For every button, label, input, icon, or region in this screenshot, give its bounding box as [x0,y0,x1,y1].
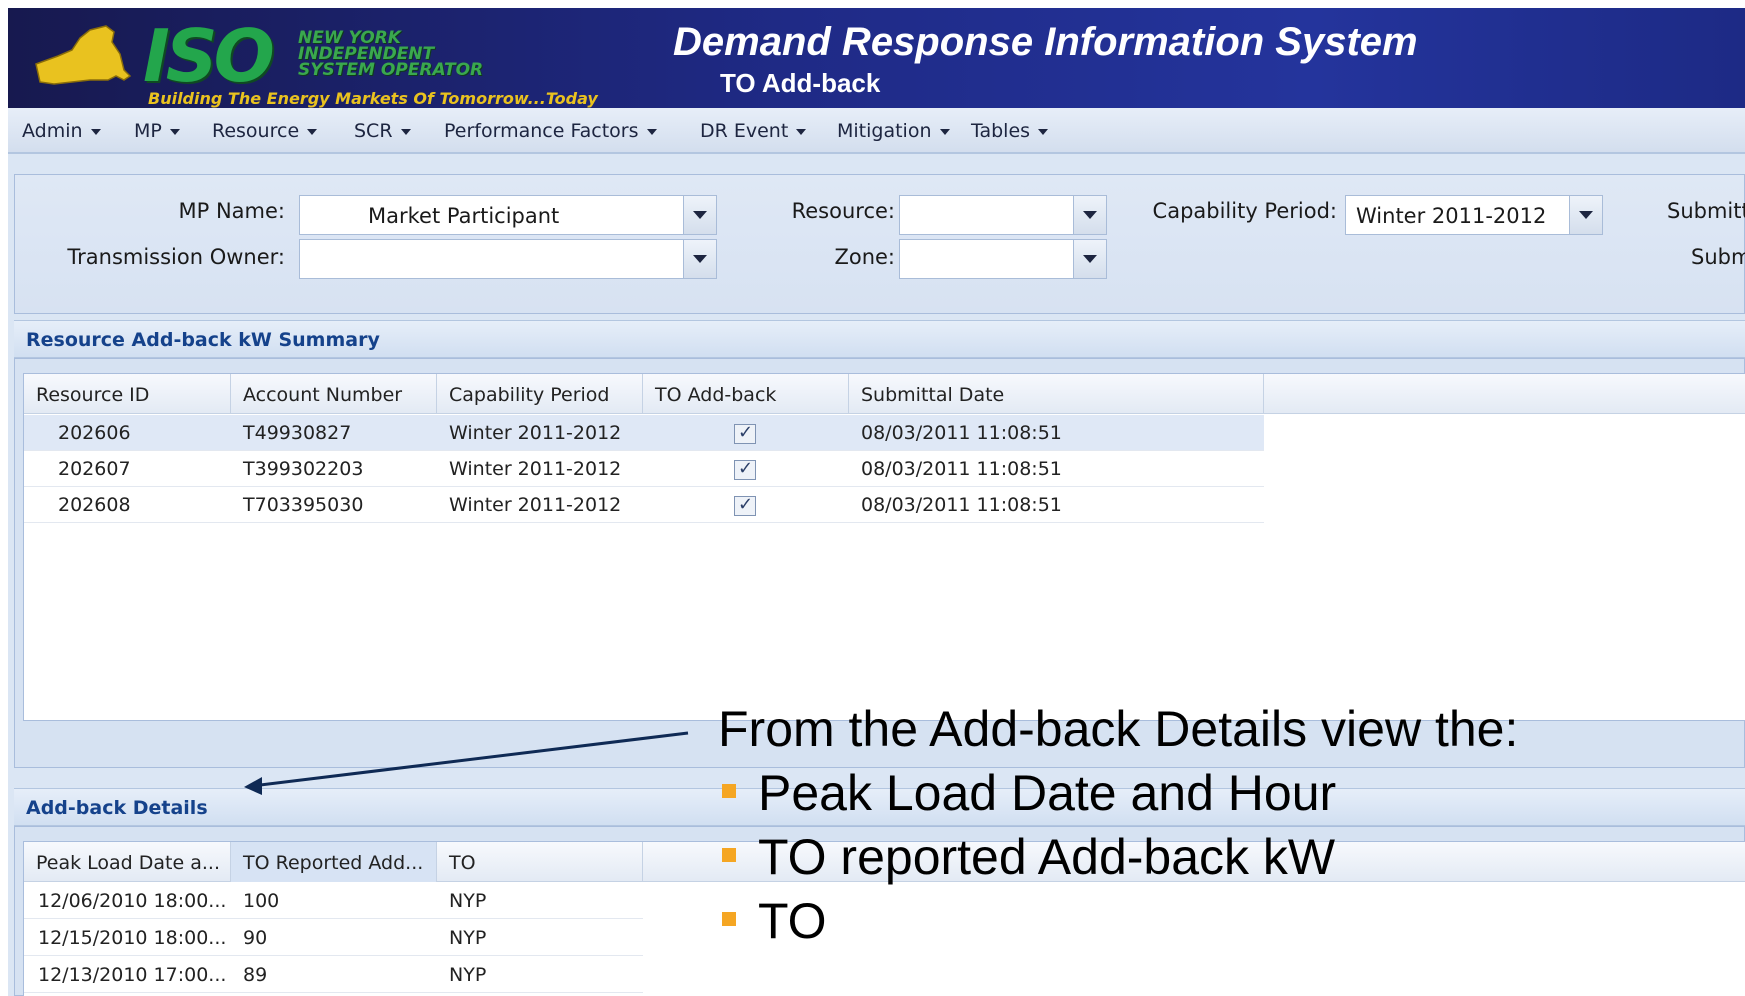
callout-bullet: TO [718,892,1518,952]
bullet-square-icon [722,848,736,862]
bullet-text: Peak Load Date and Hour [758,765,1337,821]
bullet-text: TO [758,893,827,949]
callout-bullet: Peak Load Date and Hour [718,764,1518,824]
callout-heading: From the Add-back Details view the: [718,701,1519,757]
callout-bullet: TO reported Add-back kW [718,828,1518,888]
callout-box: From the Add-back Details view the: Peak… [718,700,1718,960]
bullet-text: TO reported Add-back kW [758,829,1336,885]
bullet-square-icon [722,784,736,798]
bullet-square-icon [722,912,736,926]
